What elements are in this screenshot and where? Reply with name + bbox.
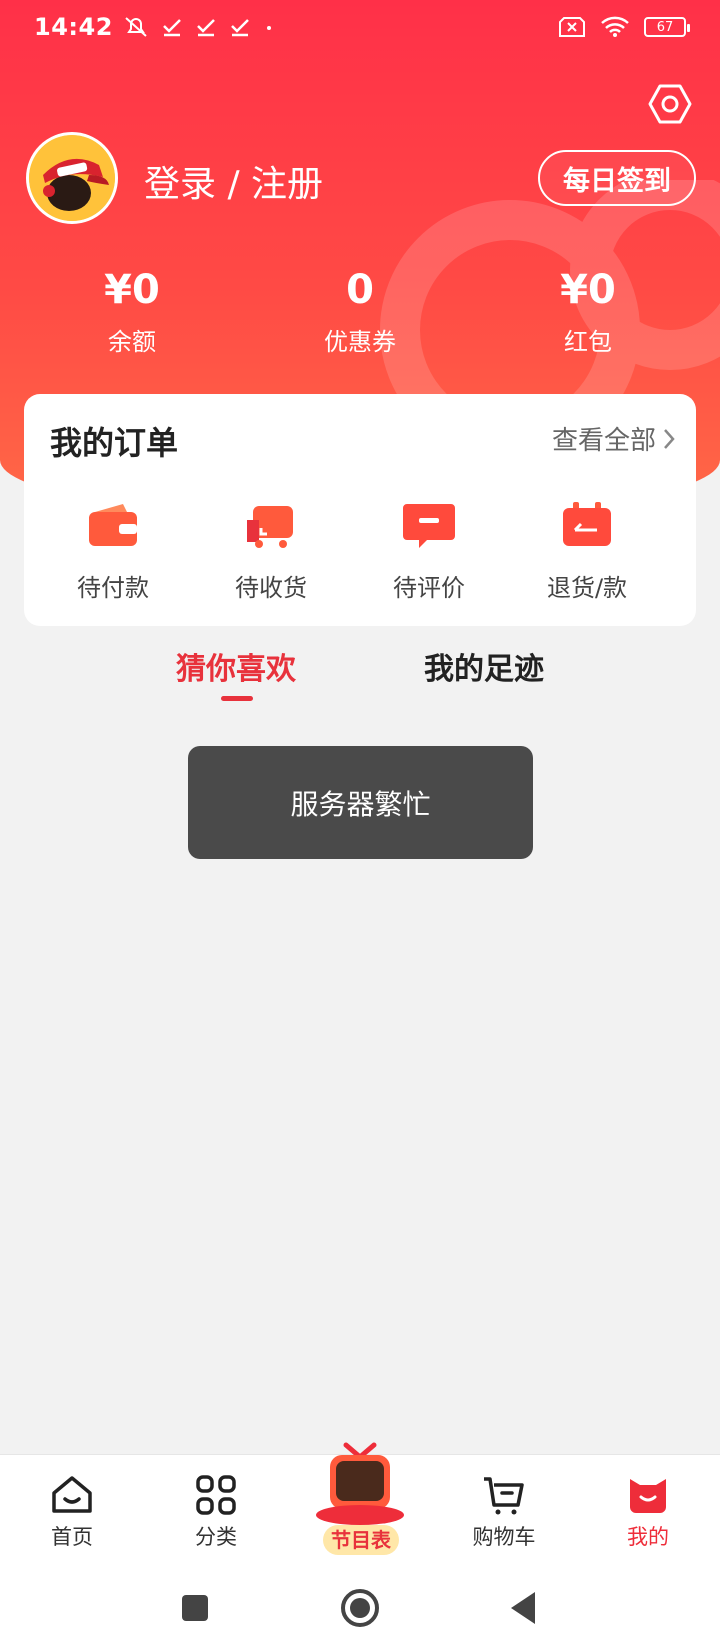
stat-value: ¥0 <box>560 267 616 313</box>
tv-icon <box>316 1442 404 1525</box>
order-pending-review[interactable]: 待评价 <box>350 498 508 603</box>
stat-label: 余额 <box>108 328 156 356</box>
category-icon <box>196 1475 236 1515</box>
order-pending-receipt[interactable]: 待收货 <box>192 498 350 603</box>
nav-program-schedule[interactable]: 节目表 <box>288 1442 432 1566</box>
nav-label: 分类 <box>195 1525 237 1549</box>
nav-mine[interactable]: 我的 <box>576 1455 720 1566</box>
account-stats: ¥0 余额 0 优惠券 ¥0 红包 <box>0 262 720 357</box>
nav-label: 我的 <box>627 1525 669 1549</box>
system-navigation-bar <box>0 1566 720 1650</box>
stat-coupons[interactable]: 0 优惠券 <box>246 262 474 357</box>
mascot-avatar-icon <box>29 135 115 221</box>
check-icon <box>197 19 215 37</box>
order-pending-payment[interactable]: 待付款 <box>34 498 192 603</box>
nav-home[interactable]: 首页 <box>0 1455 144 1566</box>
order-item-label: 待收货 <box>235 574 307 602</box>
my-orders-card: 我的订单 查看全部 待付款 待收货 待评价 退货/款 <box>24 394 696 626</box>
order-item-label: 待评价 <box>393 574 465 602</box>
view-all-orders-link[interactable]: 查看全部 <box>552 420 676 457</box>
nav-label: 购物车 <box>472 1525 536 1549</box>
bottom-navigation: 首页 分类 节目表 购物车 我的 <box>0 1442 720 1566</box>
nav-cart[interactable]: 购物车 <box>432 1455 576 1566</box>
tab-guess-you-like[interactable]: 猜你喜欢 <box>176 644 296 688</box>
settings-hexagon-icon <box>648 84 692 124</box>
login-register-link[interactable]: 登录 / 注册 <box>144 155 323 207</box>
profile-cat-icon <box>630 1479 666 1513</box>
recent-apps-icon[interactable] <box>175 1588 215 1628</box>
orders-title: 我的订单 <box>50 424 179 462</box>
active-tab-indicator <box>221 696 253 701</box>
order-returns[interactable]: 退货/款 <box>508 498 666 603</box>
stat-label: 红包 <box>564 328 612 356</box>
order-item-label: 退货/款 <box>546 574 628 602</box>
status-time: 14:42 <box>34 13 113 41</box>
stat-label: 优惠券 <box>324 328 396 356</box>
settings-button[interactable] <box>646 80 694 128</box>
tab-my-footprint[interactable]: 我的足迹 <box>424 644 544 688</box>
stat-value: 0 <box>346 267 374 313</box>
wifi-icon <box>601 16 629 37</box>
recommend-tabs: 猜你喜欢 我的足迹 <box>0 644 720 704</box>
battery-icon: 67 <box>644 17 690 37</box>
order-item-label: 待付款 <box>77 574 149 602</box>
daily-checkin-button[interactable]: 每日签到 <box>538 150 696 206</box>
avatar[interactable] <box>26 132 118 224</box>
wallet-icon <box>89 504 137 546</box>
view-all-label: 查看全部 <box>551 426 656 456</box>
home-icon <box>52 1476 92 1513</box>
order-status-row: 待付款 待收货 待评价 退货/款 <box>24 498 696 603</box>
home-circle-icon[interactable] <box>340 1588 380 1628</box>
chevron-right-icon <box>664 428 675 449</box>
cart-icon <box>484 1477 524 1515</box>
truck-icon <box>247 506 293 548</box>
mute-notifications-icon <box>125 17 147 37</box>
dot-icon <box>266 26 271 30</box>
nav-category[interactable]: 分类 <box>144 1455 288 1566</box>
comment-icon <box>403 504 455 548</box>
return-icon <box>563 502 611 546</box>
back-triangle-icon[interactable] <box>505 1588 545 1628</box>
program-schedule-badge: 节目表 <box>323 1525 399 1555</box>
stat-red-packet[interactable]: ¥0 红包 <box>474 262 702 357</box>
check-icon <box>231 19 249 37</box>
stat-balance[interactable]: ¥0 余额 <box>18 262 246 357</box>
nav-label: 首页 <box>51 1525 93 1549</box>
sim-error-icon <box>559 17 585 37</box>
status-bar: 14:42 67 <box>0 0 720 54</box>
server-busy-toast: 服务器繁忙 <box>188 746 533 859</box>
check-icon <box>163 19 181 37</box>
stat-value: ¥0 <box>104 267 160 313</box>
